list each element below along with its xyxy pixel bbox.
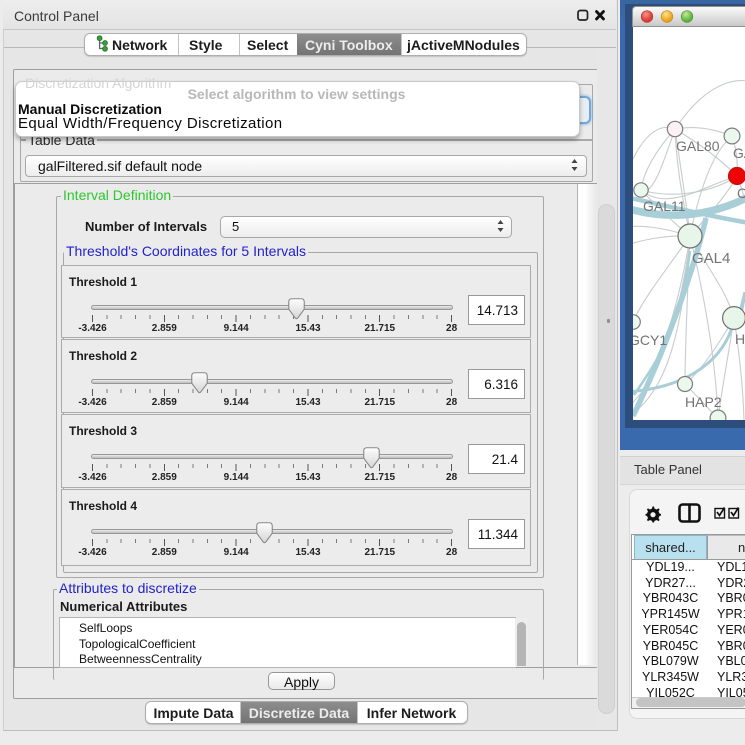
svg-text:GAL80: GAL80 bbox=[676, 138, 720, 154]
svg-text:GA: GA bbox=[733, 145, 745, 161]
svg-text:GCY1: GCY1 bbox=[633, 332, 667, 348]
svg-text:C: C bbox=[737, 185, 745, 201]
svg-text:H: H bbox=[735, 331, 745, 347]
svg-text:HAP2: HAP2 bbox=[685, 394, 722, 410]
svg-text:GAL4: GAL4 bbox=[692, 250, 730, 267]
svg-text:GAL11: GAL11 bbox=[643, 198, 686, 214]
